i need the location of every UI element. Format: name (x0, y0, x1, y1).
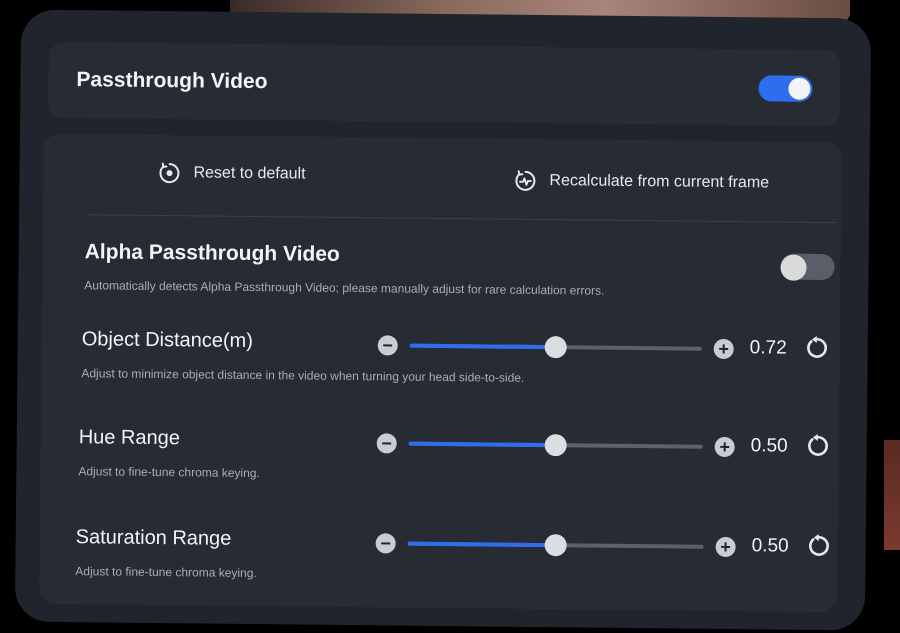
slider-thumb[interactable] (544, 534, 567, 557)
object-distance-plus-button[interactable]: + (713, 338, 734, 360)
hue-range-label: Hue Range (78, 426, 181, 450)
saturation-range-value: 0.50 (751, 535, 789, 557)
hue-range-description: Adjust to fine-tune chroma keying. (78, 464, 260, 481)
hue-range-reset-icon[interactable] (805, 433, 831, 459)
reset-default-label: Reset to default (193, 164, 306, 183)
passthrough-card: Passthrough Video (48, 41, 841, 127)
slider-track (407, 534, 704, 557)
slider-fill (409, 343, 556, 350)
hue-range-slider[interactable] (408, 432, 703, 459)
object-distance-minus-button[interactable]: − (377, 335, 398, 356)
saturation-range-slider[interactable] (407, 532, 704, 559)
passthrough-toggle[interactable] (758, 75, 813, 102)
reset-default-button[interactable]: Reset to default (157, 161, 306, 187)
minus-icon: − (381, 433, 393, 454)
slider-thumb[interactable] (544, 434, 567, 457)
slider-fill (408, 441, 556, 448)
hue-range-value: 0.50 (750, 435, 788, 457)
object-distance-reset-icon[interactable] (804, 335, 830, 361)
saturation-range-minus-button[interactable]: − (375, 533, 396, 554)
saturation-range-label: Saturation Range (75, 526, 232, 550)
alpha-title: Alpha Passthrough Video (84, 240, 340, 266)
object-distance-label: Object Distance(m) (81, 328, 254, 353)
object-distance-description: Adjust to minimize object distance in th… (81, 366, 525, 385)
settings-card: Reset to default Recalculate from curren… (39, 133, 842, 613)
object-distance-value: 0.72 (749, 337, 787, 359)
saturation-range-description: Adjust to fine-tune chroma keying. (75, 564, 257, 581)
saturation-range-reset-icon[interactable] (806, 533, 832, 559)
toggle-knob (780, 254, 807, 281)
plus-icon: + (720, 536, 731, 558)
hue-range-minus-button[interactable]: − (376, 433, 397, 454)
recalculate-label: Recalculate from current frame (549, 172, 770, 192)
background-edge (884, 440, 900, 550)
slider-thumb[interactable] (544, 336, 567, 359)
alpha-toggle[interactable] (780, 253, 835, 281)
reset-target-icon (159, 162, 180, 184)
toggle-knob (788, 77, 811, 100)
passthrough-title: Passthrough Video (76, 68, 268, 94)
minus-icon: − (382, 335, 394, 356)
saturation-range-plus-button[interactable]: + (715, 536, 736, 558)
plus-icon: + (718, 338, 730, 359)
hue-range-plus-button[interactable]: + (714, 436, 735, 458)
slider-row-saturation-range: Saturation Range Adjust to fine-tune chr… (44, 134, 842, 580)
pulse-refresh-icon (515, 170, 536, 191)
alpha-description: Automatically detects Alpha Passthrough … (84, 278, 605, 298)
slider-track (408, 434, 703, 457)
object-distance-slider[interactable] (409, 334, 702, 361)
slider-fill (407, 541, 556, 548)
plus-icon: + (719, 436, 731, 458)
slider-track (409, 336, 702, 359)
slider-row-object-distance: Object Distance(m) Adjust to minimize ob… (44, 134, 842, 385)
divider (87, 214, 838, 224)
minus-icon: − (380, 533, 392, 554)
passthrough-settings-panel: Passthrough Video Reset to default Recal… (14, 9, 872, 631)
recalculate-button[interactable]: Recalculate from current frame (513, 169, 769, 196)
slider-row-hue-range: Hue Range Adjust to fine-tune chroma key… (44, 134, 842, 480)
